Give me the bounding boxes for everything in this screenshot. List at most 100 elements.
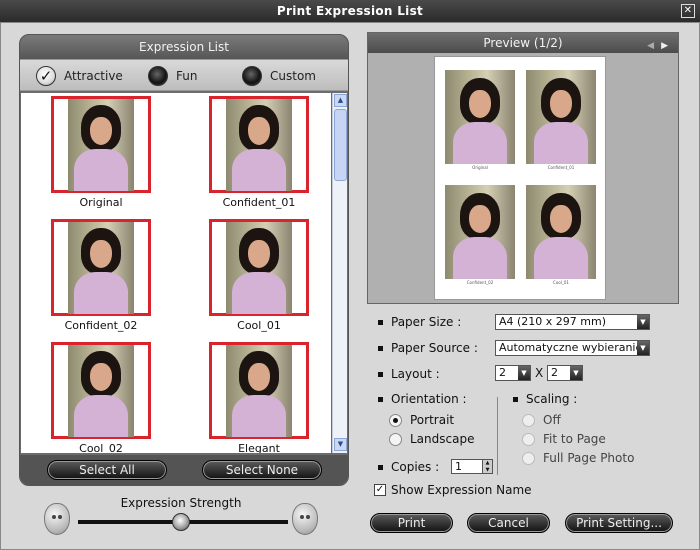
copies-stepper[interactable]: 1 ▲ ▼: [451, 459, 493, 474]
bullet-icon: [378, 464, 383, 470]
smiling-face-icon: [292, 503, 318, 535]
orientation-label: Orientation :: [391, 392, 467, 406]
paper-size-select[interactable]: A4 (210 x 297 mm) ▼: [495, 314, 650, 330]
landscape-radio[interactable]: [389, 432, 402, 446]
paper-size-value: A4 (210 x 297 mm): [499, 315, 607, 328]
layout-x-label: X: [535, 366, 544, 380]
show-expression-name-label: Show Expression Name: [391, 483, 532, 497]
expression-label: Confident_01: [222, 196, 296, 209]
show-name-checkbox[interactable]: ✓: [374, 484, 386, 496]
next-page-icon[interactable]: ▶: [661, 36, 668, 56]
chevron-down-icon: ▼: [570, 366, 582, 380]
expression-label: Elegant: [238, 442, 280, 453]
orientation-row: Orientation :: [378, 392, 467, 406]
tab-fun-label: Fun: [176, 69, 198, 83]
portrait-radio[interactable]: [389, 413, 402, 427]
copies-label: Copies :: [391, 460, 440, 474]
scaling-fit-label: Fit to Page: [543, 432, 606, 446]
expression-list-panel: Expression List ✓ Attractive Fun Custom …: [19, 34, 349, 486]
expression-item[interactable]: Confident_02: [51, 219, 151, 339]
select-all-button[interactable]: Select All: [47, 460, 167, 480]
print-button[interactable]: Print: [370, 513, 453, 533]
scaling-full-option[interactable]: Full Page Photo: [522, 451, 634, 465]
bullet-icon: [378, 396, 383, 402]
expression-item[interactable]: Confident_01: [209, 96, 309, 216]
chevron-down-icon: ▼: [637, 341, 649, 355]
select-none-button[interactable]: Select None: [202, 460, 322, 480]
expression-photo: [68, 221, 134, 314]
paper-size-label: Paper Size :: [391, 315, 462, 329]
scroll-down-icon[interactable]: ▼: [334, 438, 347, 451]
expression-label: Original: [79, 196, 123, 209]
scaling-off-option[interactable]: Off: [522, 413, 561, 427]
layout-columns-select[interactable]: 2 ▼: [495, 365, 531, 381]
paper-source-label: Paper Source :: [391, 341, 478, 355]
print-preview: Preview (1/2) ◀ ▶ Original Confident_01 …: [367, 32, 679, 304]
expression-item[interactable]: Cool_01: [209, 219, 309, 339]
scaling-off-radio[interactable]: [522, 413, 535, 427]
bullet-icon: [378, 319, 383, 325]
increment-icon[interactable]: ▲: [482, 460, 492, 467]
expression-photo: [226, 221, 292, 314]
expression-item[interactable]: Elegant: [209, 342, 309, 453]
scroll-thumb[interactable]: [334, 109, 347, 181]
bullet-icon: [513, 396, 518, 402]
preview-photo-label: Confident_02: [466, 280, 494, 285]
bullet-icon: [378, 345, 383, 351]
selection-frame: [51, 342, 151, 439]
paper-source-value: Automatyczne wybieranie: [499, 341, 643, 354]
preview-photo: Confident_02: [445, 185, 515, 285]
preview-title: Preview (1/2): [483, 36, 563, 50]
layout-rows-select[interactable]: 2 ▼: [547, 365, 583, 381]
cancel-button[interactable]: Cancel: [467, 513, 550, 533]
layout-columns-value: 2: [499, 366, 506, 379]
close-icon[interactable]: ✕: [681, 4, 695, 18]
layout-row: Layout :: [378, 367, 440, 381]
paper-source-select[interactable]: Automatyczne wybieranie ▼: [495, 340, 650, 356]
expression-thumbnail-grid: Original Confident_01 Confident_02 Cool_…: [21, 93, 331, 453]
preview-photo: Confident_01: [526, 70, 596, 170]
neutral-face-icon: [44, 503, 70, 535]
title-bar: Print Expression List ✕: [0, 0, 700, 22]
slider-knob[interactable]: [172, 513, 190, 531]
tab-attractive-label: Attractive: [64, 69, 123, 83]
radio-dot-icon: [242, 66, 262, 86]
landscape-option[interactable]: Landscape: [389, 432, 474, 446]
scaling-fit-radio[interactable]: [522, 432, 535, 446]
preview-header: Preview (1/2) ◀ ▶: [368, 33, 678, 53]
expression-photo: [68, 344, 134, 437]
show-expression-name-option[interactable]: ✓ Show Expression Name: [374, 483, 532, 497]
copies-row: Copies :: [378, 460, 439, 474]
decrement-icon[interactable]: ▼: [482, 467, 492, 473]
chevron-down-icon: ▼: [637, 315, 649, 329]
expression-label: Cool_01: [237, 319, 281, 332]
preview-photo-label: Cool_01: [553, 280, 569, 285]
scroll-up-icon[interactable]: ▲: [334, 94, 347, 107]
selection-frame: [209, 342, 309, 439]
scaling-row: Scaling :: [513, 392, 577, 406]
checkmark-icon: ✓: [36, 66, 56, 86]
thumbnail-scrollbar[interactable]: ▲ ▼: [332, 93, 347, 453]
preview-photo: Cool_01: [526, 185, 596, 285]
tab-fun[interactable]: Fun: [148, 65, 197, 87]
portrait-option[interactable]: Portrait: [389, 413, 454, 427]
layout-rows-value: 2: [551, 366, 558, 379]
scaling-fit-option[interactable]: Fit to Page: [522, 432, 606, 446]
divider: [497, 397, 498, 475]
preview-photo-label: Original: [472, 165, 488, 170]
scaling-full-label: Full Page Photo: [543, 451, 635, 465]
tab-custom[interactable]: Custom: [242, 65, 316, 87]
print-setting-button[interactable]: Print Setting...: [565, 513, 673, 533]
previous-page-icon[interactable]: ◀: [647, 36, 654, 56]
chevron-down-icon: ▼: [518, 366, 530, 380]
radio-dot-icon: [148, 66, 168, 86]
bullet-icon: [378, 371, 383, 377]
layout-label: Layout :: [391, 367, 440, 381]
selection-frame: [209, 219, 309, 316]
expression-item[interactable]: Original: [51, 96, 151, 216]
expression-list-header: Expression List: [20, 35, 348, 59]
expression-item[interactable]: Cool_02: [51, 342, 151, 453]
expression-photo: [226, 344, 292, 437]
scaling-full-radio[interactable]: [522, 451, 535, 465]
tab-attractive[interactable]: ✓ Attractive: [36, 65, 123, 87]
